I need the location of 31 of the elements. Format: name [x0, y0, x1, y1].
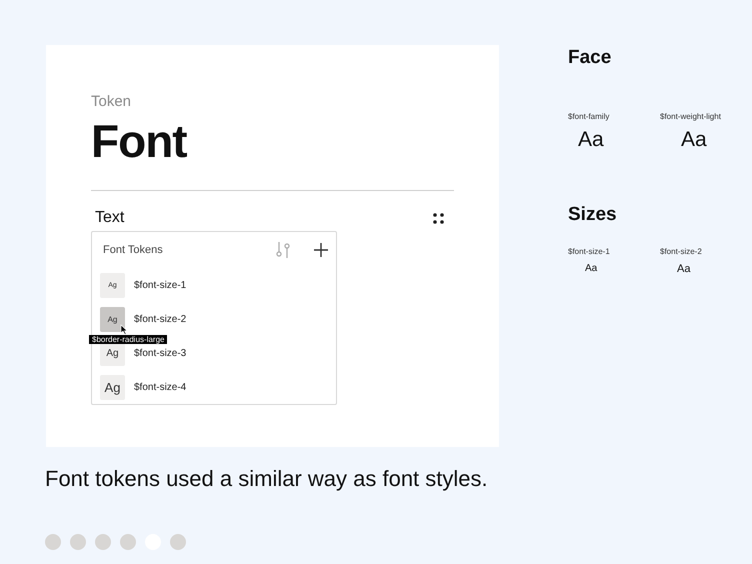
tooltip: $border-radius-large: [89, 335, 168, 344]
font-sample: Aa: [578, 128, 604, 152]
pager-dot[interactable]: [120, 534, 136, 550]
drag-handle-icon[interactable]: [433, 212, 444, 224]
pager-dot[interactable]: [170, 534, 186, 550]
section-heading: Face: [568, 47, 612, 69]
token-label: $font-size-1: [568, 247, 610, 256]
token-name[interactable]: $font-size-3: [134, 348, 186, 358]
font-sample: Aa: [677, 263, 690, 275]
section-title: Text: [95, 209, 124, 227]
token-swatch[interactable]: Ag: [100, 306, 125, 332]
pager-dot[interactable]: [45, 534, 61, 550]
token-label: $font-family: [568, 112, 610, 121]
pager-dot[interactable]: [70, 534, 86, 550]
cursor-icon: [120, 324, 128, 335]
page-title: Font: [91, 114, 188, 168]
token-label: $font-weight-light: [660, 112, 721, 121]
token-label: $font-size-2: [660, 247, 702, 256]
eyebrow-label: Token: [91, 93, 132, 110]
token-name[interactable]: $font-size-1: [134, 280, 186, 290]
panel-title: Font Tokens: [103, 244, 164, 256]
font-sample: Aa: [585, 263, 598, 274]
font-sample: Aa: [681, 128, 707, 152]
token-swatch[interactable]: Ag: [100, 374, 125, 400]
section-heading: Sizes: [568, 204, 618, 226]
token-name[interactable]: $font-size-2: [134, 314, 186, 324]
pager-dot[interactable]: [95, 534, 111, 550]
token-name[interactable]: $font-size-4: [134, 382, 186, 392]
add-icon[interactable]: [314, 243, 328, 257]
sliders-icon[interactable]: [275, 241, 292, 259]
caption: Font tokens used a similar way as font styles.: [45, 466, 488, 492]
